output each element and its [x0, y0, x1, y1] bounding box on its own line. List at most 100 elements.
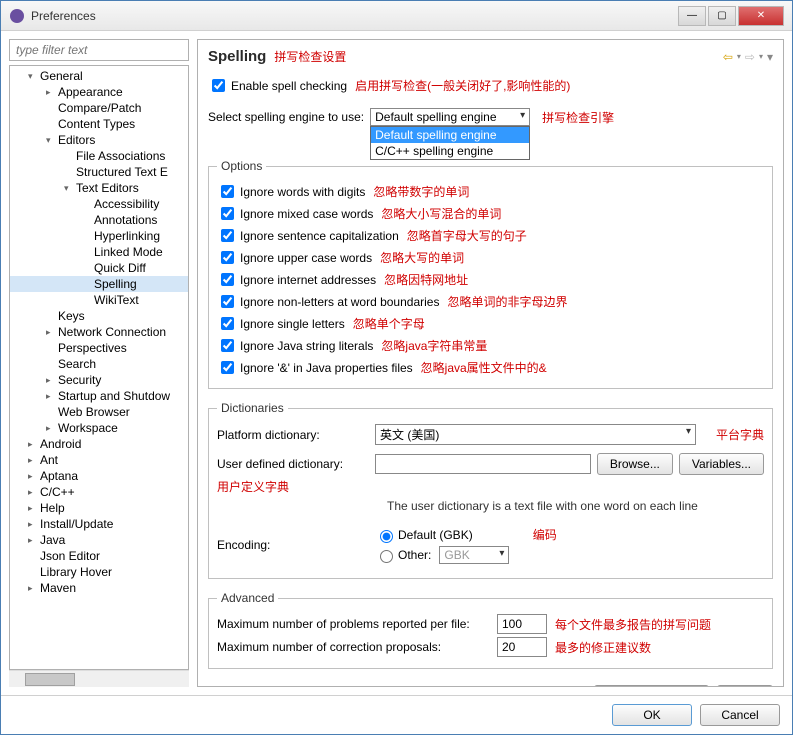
expander-icon[interactable]: ▸	[46, 327, 58, 338]
tree-item[interactable]: ▸Aptana	[10, 468, 188, 484]
tree-item[interactable]: Accessibility	[10, 196, 188, 212]
expander-icon[interactable]: ▾	[28, 71, 40, 82]
menu-icon[interactable]: ▾	[767, 50, 773, 64]
max-proposals-input[interactable]	[497, 637, 547, 657]
restore-defaults-button[interactable]: Restore Defaults	[594, 685, 709, 687]
filter-input[interactable]	[9, 39, 189, 61]
engine-option[interactable]: C/C++ spelling engine	[371, 143, 529, 159]
tree-item-label: Maven	[40, 581, 76, 595]
back-icon[interactable]: ⇦	[723, 50, 733, 64]
tree-item[interactable]: Quick Diff	[10, 260, 188, 276]
tree-item[interactable]: Json Editor	[10, 548, 188, 564]
option-checkbox[interactable]	[221, 295, 234, 308]
option-annot: 忽略java属性文件中的&	[421, 359, 547, 376]
expander-icon[interactable]: ▸	[46, 375, 58, 386]
tree-item-label: Appearance	[58, 85, 123, 99]
expander-icon[interactable]: ▸	[28, 519, 40, 530]
encoding-default-radio[interactable]	[380, 530, 393, 543]
tree-item[interactable]: Hyperlinking	[10, 228, 188, 244]
expander-icon[interactable]: ▸	[28, 455, 40, 466]
expander-icon[interactable]: ▸	[28, 439, 40, 450]
tree-item[interactable]: ▾Editors	[10, 132, 188, 148]
browse-button[interactable]: Browse...	[597, 453, 673, 475]
encoding-other-select[interactable]: GBK	[439, 546, 509, 564]
option-checkbox[interactable]	[221, 251, 234, 264]
option-checkbox[interactable]	[221, 361, 234, 374]
tree-item[interactable]: ▸Appearance	[10, 84, 188, 100]
tree-item[interactable]: Spelling	[10, 276, 188, 292]
option-annot: 忽略因特网地址	[384, 271, 468, 288]
expander-icon[interactable]: ▾	[46, 135, 58, 146]
apply-button[interactable]: Apply	[717, 685, 773, 687]
tree-item-label: Search	[58, 357, 96, 371]
cancel-button[interactable]: Cancel	[700, 704, 780, 726]
tree-item-label: Android	[40, 437, 81, 451]
maximize-button[interactable]: ▢	[708, 6, 736, 26]
tree-item[interactable]: ▾General	[10, 68, 188, 84]
close-button[interactable]: ✕	[738, 6, 784, 26]
tree-item[interactable]: Search	[10, 356, 188, 372]
tree-item[interactable]: Structured Text E	[10, 164, 188, 180]
tree-item[interactable]: WikiText	[10, 292, 188, 308]
dict-legend: Dictionaries	[217, 401, 288, 415]
tree-item[interactable]: Annotations	[10, 212, 188, 228]
tree-item[interactable]: ▸C/C++	[10, 484, 188, 500]
expander-icon[interactable]: ▸	[46, 87, 58, 98]
user-dict-input[interactable]	[375, 454, 591, 474]
max-proposals-annot: 最多的修正建议数	[555, 639, 651, 656]
horizontal-scrollbar[interactable]	[9, 670, 189, 687]
option-label: Ignore mixed case words	[240, 207, 373, 221]
expander-icon[interactable]: ▸	[46, 391, 58, 402]
platform-dict-select[interactable]: 英文 (美国)	[375, 424, 696, 445]
tree-item[interactable]: ▸Workspace	[10, 420, 188, 436]
option-checkbox[interactable]	[221, 185, 234, 198]
tree-item[interactable]: ▸Network Connection	[10, 324, 188, 340]
tree-item[interactable]: Web Browser	[10, 404, 188, 420]
max-problems-label: Maximum number of problems reported per …	[217, 617, 497, 631]
tree-item[interactable]: ▸Help	[10, 500, 188, 516]
option-annot: 忽略大小写混合的单词	[381, 205, 501, 222]
option-label: Ignore non-letters at word boundaries	[240, 295, 439, 309]
tree-item[interactable]: ▸Java	[10, 532, 188, 548]
ok-button[interactable]: OK	[612, 704, 692, 726]
expander-icon[interactable]: ▸	[28, 535, 40, 546]
variables-button[interactable]: Variables...	[679, 453, 764, 475]
tree-item[interactable]: ▸Ant	[10, 452, 188, 468]
tree-item[interactable]: Content Types	[10, 116, 188, 132]
encoding-other-radio[interactable]	[380, 550, 393, 563]
option-checkbox[interactable]	[221, 229, 234, 242]
option-checkbox[interactable]	[221, 317, 234, 330]
engine-option[interactable]: Default spelling engine	[371, 127, 529, 143]
tree-item-label: Web Browser	[58, 405, 130, 419]
expander-icon[interactable]: ▸	[28, 583, 40, 594]
expander-icon[interactable]: ▸	[28, 471, 40, 482]
tree-item[interactable]: Keys	[10, 308, 188, 324]
tree-item[interactable]: ▾Text Editors	[10, 180, 188, 196]
tree-item[interactable]: ▸Startup and Shutdow	[10, 388, 188, 404]
enable-label: Enable spell checking	[231, 79, 347, 93]
tree-item[interactable]: Library Hover	[10, 564, 188, 580]
max-problems-input[interactable]	[497, 614, 547, 634]
expander-icon[interactable]: ▾	[64, 183, 76, 194]
tree-item[interactable]: Compare/Patch	[10, 100, 188, 116]
preference-tree[interactable]: ▾General▸AppearanceCompare/PatchContent …	[9, 65, 189, 670]
tree-item[interactable]: ▸Security	[10, 372, 188, 388]
tree-item[interactable]: Linked Mode	[10, 244, 188, 260]
option-checkbox[interactable]	[221, 207, 234, 220]
expander-icon[interactable]: ▸	[46, 423, 58, 434]
expander-icon[interactable]: ▸	[28, 487, 40, 498]
option-checkbox[interactable]	[221, 339, 234, 352]
preferences-window: Preferences ― ▢ ✕ ▾General▸AppearanceCom…	[0, 0, 793, 735]
tree-item[interactable]: Perspectives	[10, 340, 188, 356]
minimize-button[interactable]: ―	[678, 6, 706, 26]
forward-icon[interactable]: ⇨	[745, 50, 755, 64]
engine-select[interactable]: Default spelling engine	[370, 108, 530, 126]
expander-icon[interactable]: ▸	[28, 503, 40, 514]
tree-item[interactable]: File Associations	[10, 148, 188, 164]
tree-item[interactable]: ▸Install/Update	[10, 516, 188, 532]
tree-item[interactable]: ▸Maven	[10, 580, 188, 596]
option-checkbox[interactable]	[221, 273, 234, 286]
enable-spellcheck-checkbox[interactable]	[212, 79, 225, 92]
tree-item[interactable]: ▸Android	[10, 436, 188, 452]
encoding-annot: 编码	[533, 526, 557, 543]
